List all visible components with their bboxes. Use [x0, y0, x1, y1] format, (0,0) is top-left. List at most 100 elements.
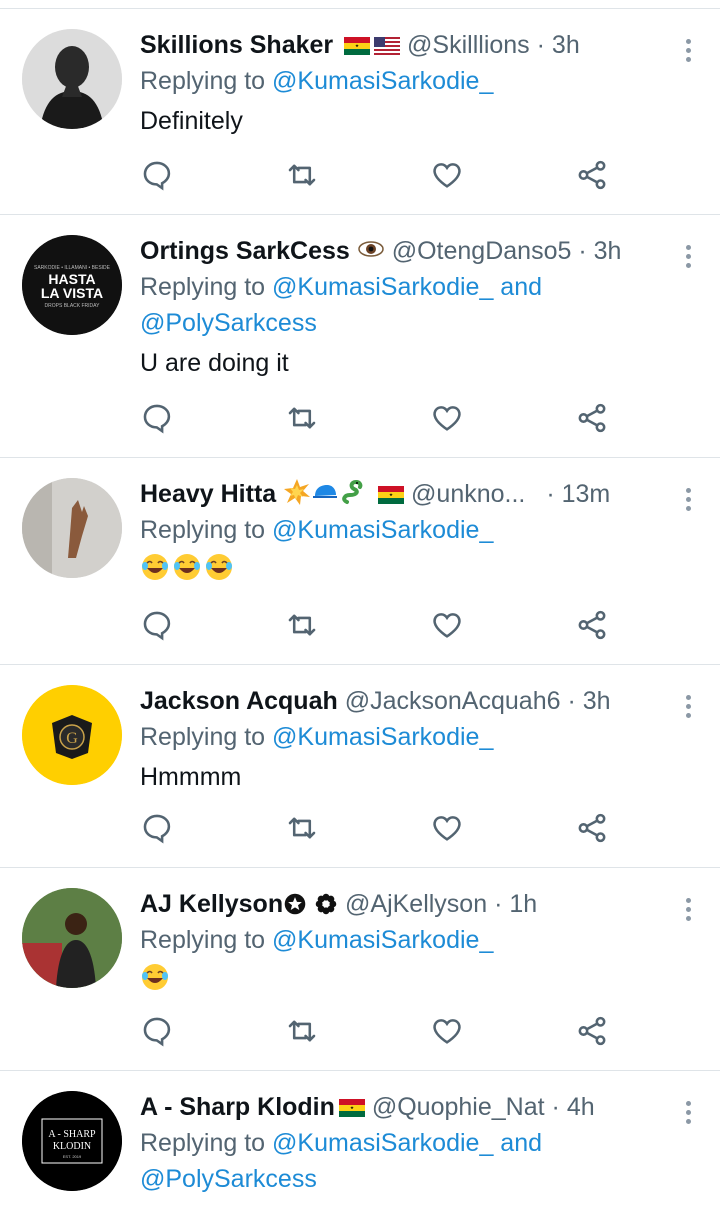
avatar[interactable]: A - SHARP KLODIN EST. 2019 [22, 1091, 122, 1191]
retweet-button[interactable] [285, 605, 430, 645]
reply-icon [143, 814, 171, 844]
display-name[interactable]: Ortings SarkCess [140, 237, 350, 265]
mention-link[interactable]: @KumasiSarkodie_ [272, 1129, 493, 1157]
eye-emoji-icon [358, 241, 384, 257]
tweet-text [140, 962, 670, 1002]
share-button[interactable] [575, 155, 720, 195]
share-icon [578, 160, 606, 190]
share-icon [578, 813, 606, 843]
like-button[interactable] [430, 1011, 575, 1051]
handle[interactable]: @Skilllions [407, 31, 530, 59]
collision-emoji-icon [284, 479, 311, 505]
share-icon [578, 403, 606, 433]
tweet-text: U are doing it [140, 349, 289, 377]
retweet-icon [288, 164, 316, 186]
svg-text:DROPS BLACK FRIDAY: DROPS BLACK FRIDAY [45, 303, 101, 309]
reply-button[interactable] [140, 808, 285, 848]
svg-text:KLODIN: KLODIN [53, 1141, 91, 1152]
mention-link[interactable]: @KumasiSarkodie_ [272, 723, 493, 751]
avatar[interactable] [22, 29, 122, 129]
tweet-reply[interactable]: SARKODIE • ILLAMANI • BESIDE HASTA LA VI… [0, 215, 720, 458]
avatar[interactable]: G [22, 685, 122, 785]
flower-badge-icon [315, 893, 337, 915]
tweet-reply[interactable]: G Jackson Acquah @JacksonAcquah6 · 3h Re… [0, 665, 720, 868]
share-button[interactable] [575, 398, 720, 438]
more-options-icon[interactable] [686, 488, 692, 515]
reply-button[interactable] [140, 605, 285, 645]
retweet-button[interactable] [285, 398, 430, 438]
retweet-button[interactable] [285, 1011, 430, 1051]
display-name[interactable]: Skillions Shaker [140, 31, 333, 59]
like-button[interactable] [430, 808, 575, 848]
reply-icon [143, 1017, 171, 1047]
tweet-reply[interactable]: Heavy Hitta @unkno... · 13m Replying to … [0, 458, 720, 665]
mention-link[interactable]: @KumasiSarkodie_ [272, 516, 493, 544]
separator-dot: · [494, 890, 503, 918]
heart-icon [433, 1019, 461, 1044]
handle[interactable]: @OtengDanso5 [392, 237, 572, 265]
more-options-icon[interactable] [686, 695, 692, 722]
reply-button[interactable] [140, 155, 285, 195]
mention-and: and [493, 1129, 543, 1157]
avatar[interactable]: SARKODIE • ILLAMANI • BESIDE HASTA LA VI… [22, 235, 122, 335]
timestamp[interactable]: 3h [552, 31, 580, 59]
timestamp[interactable]: 4h [567, 1093, 595, 1121]
laughing-emoji-icon [174, 554, 200, 580]
display-name[interactable]: AJ Kellyson [140, 890, 283, 918]
retweet-button[interactable] [285, 155, 430, 195]
tweet-reply[interactable]: A - SHARP KLODIN EST. 2019 A - Sharp Klo… [0, 1071, 720, 1213]
like-button[interactable] [430, 398, 575, 438]
retweet-button[interactable] [285, 808, 430, 848]
display-name[interactable]: A - Sharp Klodin [140, 1093, 335, 1121]
heart-icon [433, 163, 461, 188]
handle[interactable]: @AjKellyson [345, 890, 487, 918]
like-button[interactable] [430, 155, 575, 195]
avatar-letter: G [66, 730, 78, 747]
ghana-flag-icon [378, 486, 405, 504]
tweet-reply[interactable]: AJ Kellyson @AjKellyson · 1h Replying to… [0, 868, 720, 1071]
star-badge-icon [284, 893, 306, 915]
more-options-icon[interactable] [686, 245, 692, 272]
reply-button[interactable] [140, 398, 285, 438]
display-name[interactable]: Heavy Hitta [140, 480, 276, 508]
handle[interactable]: @Quophie_Nat [372, 1093, 545, 1121]
share-button[interactable] [575, 808, 720, 848]
replying-to: Replying to @KumasiSarkodie_ [140, 512, 670, 548]
share-button[interactable] [575, 605, 720, 645]
handle[interactable]: @JacksonAcquah6 [345, 687, 561, 715]
cap-emoji-icon [313, 485, 338, 498]
replying-to: Replying to @KumasiSarkodie_ [140, 922, 670, 958]
retweet-icon [288, 614, 316, 636]
mention-link[interactable]: @KumasiSarkodie_ [272, 273, 493, 301]
top-divider [0, 0, 720, 9]
timestamp[interactable]: 3h [583, 687, 611, 715]
share-icon [578, 610, 606, 640]
avatar[interactable] [22, 888, 122, 988]
separator-dot: · [567, 687, 576, 715]
share-button[interactable] [575, 1011, 720, 1051]
more-options-icon[interactable] [686, 1101, 692, 1128]
mention-and: and [493, 273, 543, 301]
mention-link[interactable]: @PolySarkcess [140, 1165, 317, 1193]
reply-button[interactable] [140, 1011, 285, 1051]
reply-icon [143, 611, 171, 641]
timestamp[interactable]: 3h [594, 237, 622, 265]
replying-prefix: Replying to [140, 1129, 273, 1157]
avatar[interactable] [22, 478, 122, 578]
display-name[interactable]: Jackson Acquah [140, 687, 338, 715]
tweet-text: Hmmmm [140, 763, 242, 791]
replying-to: Replying to @KumasiSarkodie_ and @PolySa… [140, 1125, 670, 1197]
like-button[interactable] [430, 605, 575, 645]
more-options-icon[interactable] [686, 898, 692, 925]
retweet-icon [288, 407, 316, 429]
mention-link[interactable]: @KumasiSarkodie_ [272, 67, 493, 95]
tweet-reply[interactable]: Skillions Shaker @Skilllions · 3h Replyi… [0, 9, 720, 215]
timestamp[interactable]: 13m [562, 480, 611, 508]
mention-link[interactable]: @PolySarkcess [140, 309, 317, 337]
more-options-icon[interactable] [686, 39, 692, 66]
timestamp[interactable]: 1h [509, 890, 537, 918]
mention-link[interactable]: @KumasiSarkodie_ [272, 926, 493, 954]
replying-to: Replying to @KumasiSarkodie_ and @PolySa… [140, 269, 670, 341]
replying-prefix: Replying to [140, 67, 273, 95]
handle[interactable]: @unkno... [411, 480, 525, 508]
